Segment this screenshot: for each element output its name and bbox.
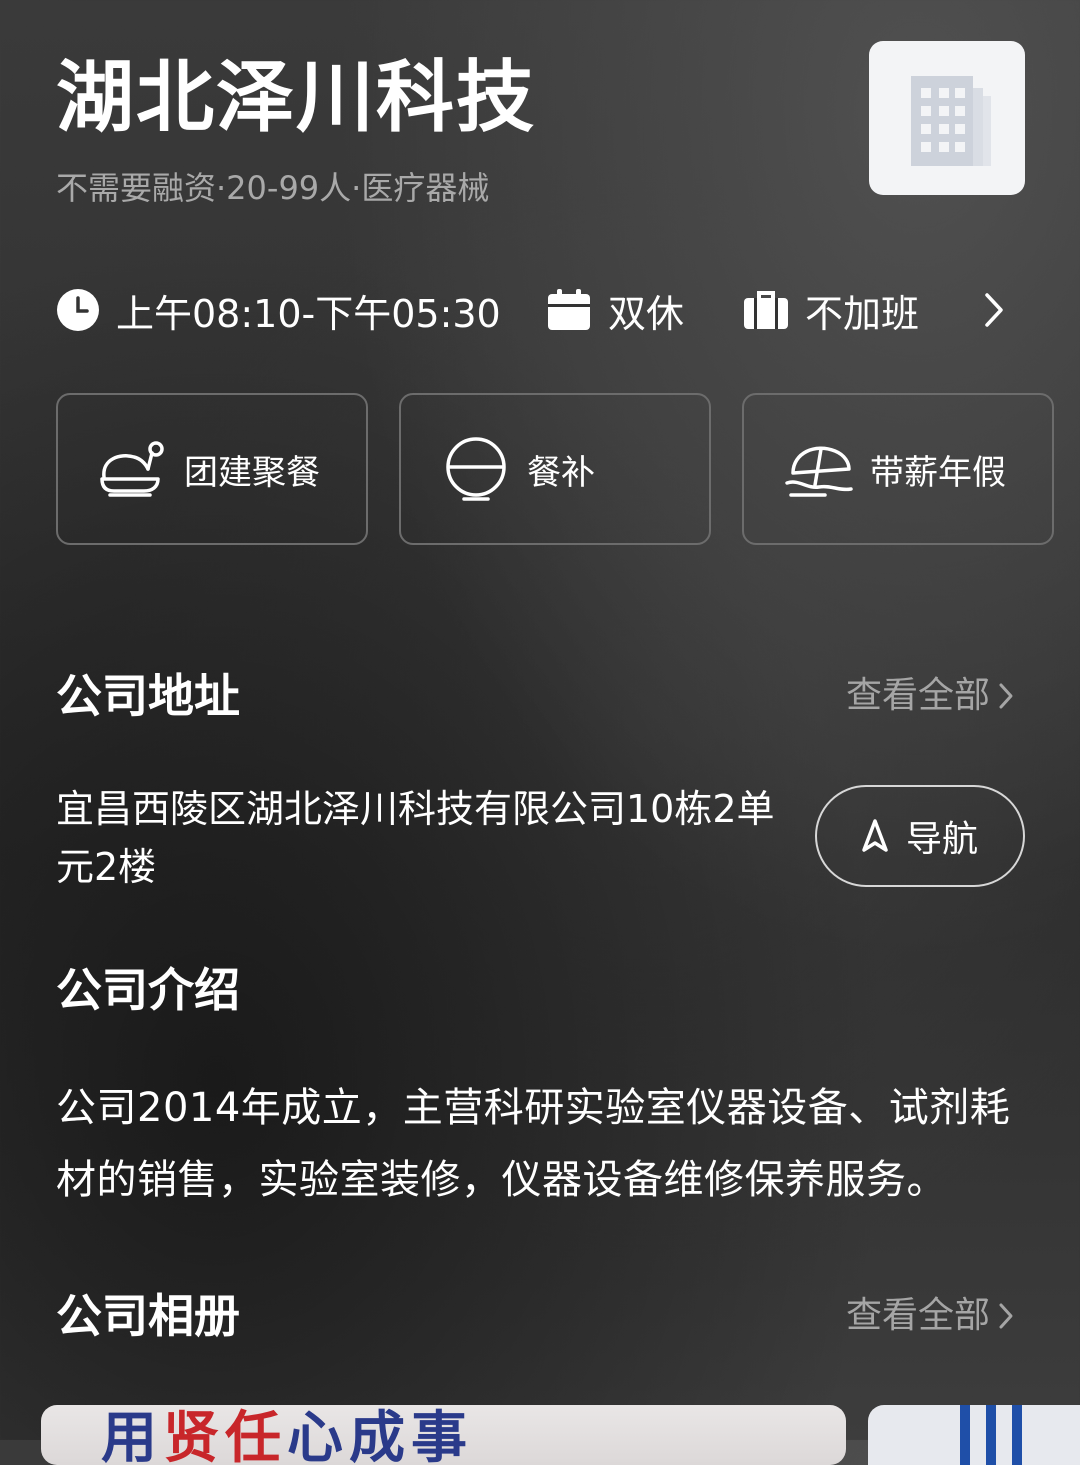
work-info-row[interactable]: 上午08:10-下午05:30 双休 不加班 xyxy=(56,280,1026,340)
album-section-title: 公司相册 xyxy=(56,1289,240,1343)
photo-char: 事 xyxy=(411,1406,473,1465)
chevron-right-icon[interactable] xyxy=(974,290,1014,330)
chevron-right-icon xyxy=(999,683,1013,709)
photo-char: 任 xyxy=(225,1406,287,1465)
company-logo[interactable] xyxy=(869,41,1025,195)
benefit-card-meal-allowance[interactable]: 餐补 xyxy=(399,393,711,545)
company-address: 宜昌西陵区湖北泽川科技有限公司10栋2单元2楼 xyxy=(56,787,775,889)
benefit-card-paid-leave[interactable]: 带薪年假 xyxy=(742,393,1054,545)
chevron-right-icon xyxy=(999,1303,1013,1329)
clock-icon xyxy=(57,289,99,331)
album-photo[interactable]: 用贤任心成事 xyxy=(41,1405,846,1465)
see-all-label: 查看全部 xyxy=(845,1295,990,1336)
photo-detail xyxy=(960,1405,970,1465)
benefit-label: 团建聚餐 xyxy=(184,452,320,493)
rice-bowl-icon xyxy=(441,434,511,504)
benefit-card-team-dinner[interactable]: 团建聚餐 xyxy=(56,393,368,545)
album-see-all-link[interactable]: 查看全部 xyxy=(846,1294,1014,1338)
beach-umbrella-icon xyxy=(784,434,854,504)
photo-char: 心 xyxy=(287,1406,349,1465)
work-hours: 上午08:10-下午05:30 xyxy=(56,280,501,340)
navigation-arrow-icon xyxy=(862,819,888,852)
photo-char: 成 xyxy=(349,1406,411,1465)
photo-slogan-text: 用贤任心成事 xyxy=(101,1405,473,1465)
navigate-button[interactable]: 导航 xyxy=(815,785,1025,887)
overtime-label: 不加班 xyxy=(805,291,920,336)
calendar-icon xyxy=(548,289,590,330)
intro-section-title: 公司介绍 xyxy=(56,963,240,1017)
see-all-label: 查看全部 xyxy=(845,675,990,716)
navigate-label: 导航 xyxy=(905,819,978,860)
album-photo[interactable] xyxy=(868,1405,1080,1465)
photo-char: 用 xyxy=(101,1406,163,1465)
address-see-all-link[interactable]: 查看全部 xyxy=(846,674,1014,718)
company-intro-text: 公司2014年成立，主营科研实验室仪器设备、试剂耗材的销售，实验室装修，仪器设备… xyxy=(56,1085,1011,1203)
rest-days-label: 双休 xyxy=(608,291,685,336)
work-hours-label: 上午08:10-下午05:30 xyxy=(116,291,501,336)
benefit-label: 餐补 xyxy=(527,452,595,493)
rest-days: 双休 xyxy=(546,280,684,340)
benefit-label: 带薪年假 xyxy=(870,452,1006,493)
building-icon xyxy=(911,76,991,166)
address-section-title: 公司地址 xyxy=(56,669,240,723)
briefcase-icon xyxy=(744,291,788,329)
photo-detail xyxy=(986,1405,996,1465)
company-name: 湖北泽川科技 xyxy=(56,53,537,143)
company-subtitle: 不需要融资·20-99人·医疗器械 xyxy=(56,169,490,207)
photo-detail xyxy=(1012,1405,1022,1465)
roast-chicken-icon xyxy=(98,434,168,504)
overtime-info: 不加班 xyxy=(743,280,919,340)
photo-char: 贤 xyxy=(163,1406,225,1465)
